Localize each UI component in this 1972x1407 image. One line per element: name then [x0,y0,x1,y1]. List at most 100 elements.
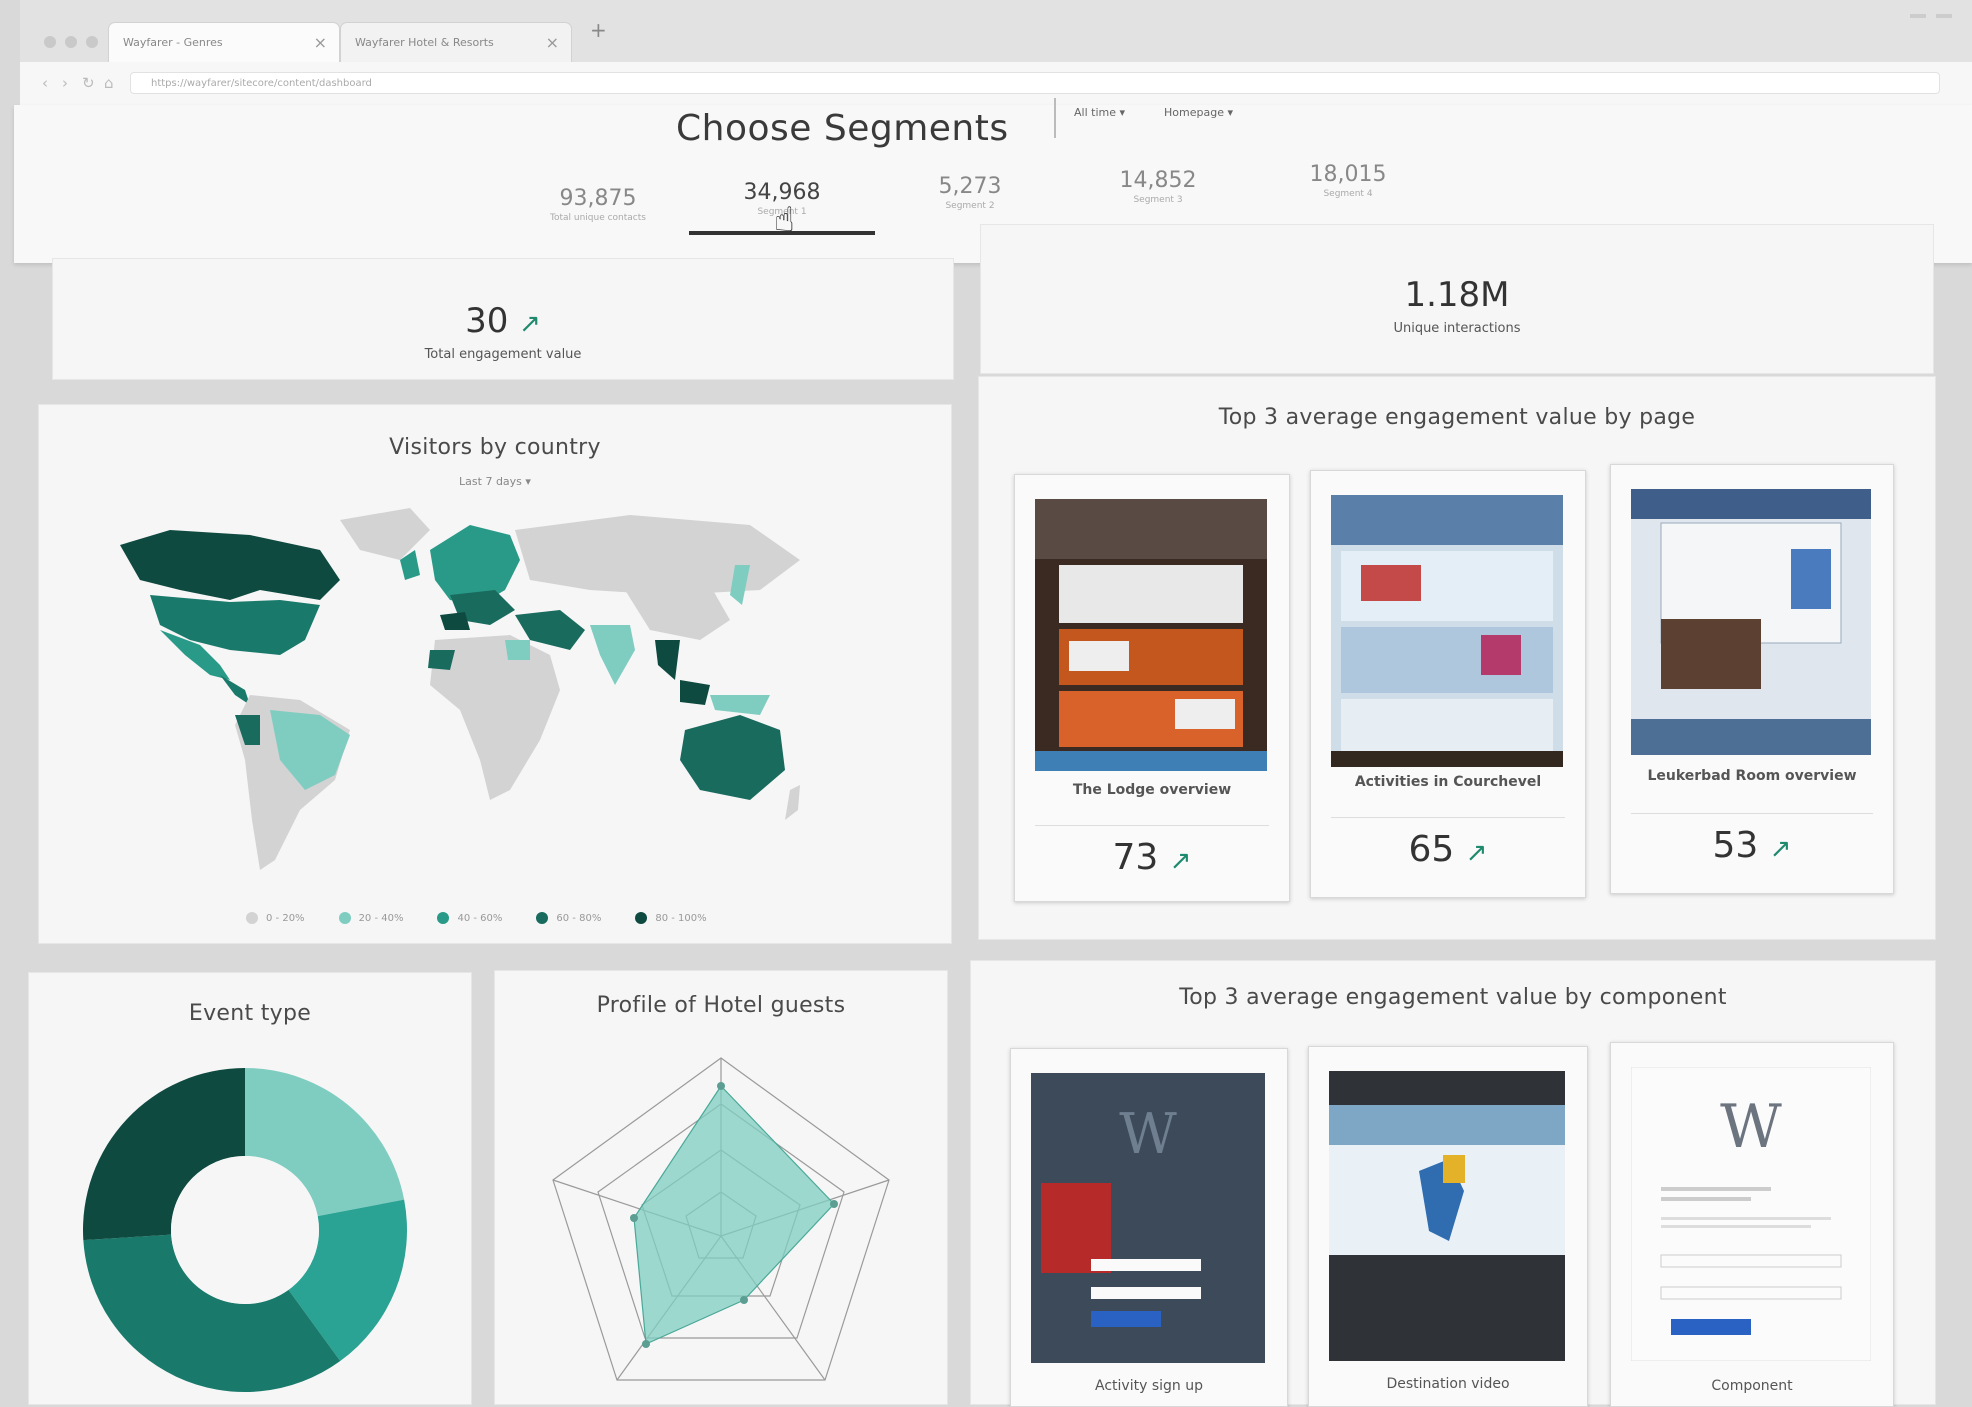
world-map[interactable] [110,490,890,890]
card-title: Profile of Hotel guests [596,993,846,1018]
country-usa[interactable] [150,595,320,655]
component-card-video[interactable]: Destination video [1308,1046,1588,1407]
country-new-zealand[interactable] [785,785,800,820]
segment-tab-total[interactable]: 93,875 Total unique contacts [508,186,688,223]
segment-tab-2[interactable]: 5,273 Segment 2 [880,174,1060,211]
country-greenland[interactable] [340,508,430,560]
hand-pointer-cursor-icon: ☝ [774,200,795,240]
divider [1631,813,1873,814]
country-india[interactable] [590,625,635,685]
card-title: Visitors by country [389,435,601,460]
browser-tab-label: Wayfarer Hotel & Resorts [355,36,494,49]
legend-label: 60 - 80% [556,912,602,924]
card-title: Top 3 average engagement value by compon… [1179,985,1727,1010]
country-china[interactable] [625,585,730,640]
radar-point [830,1200,838,1208]
time-filter-dropdown[interactable]: All time ▾ [1074,106,1125,119]
guest-profile-radar-chart[interactable] [534,1040,914,1405]
chevron-down-icon: ▾ [1119,106,1126,119]
event-type-donut-chart[interactable] [70,1050,420,1405]
back-arrow-icon[interactable]: ‹ [42,74,48,92]
page-value-row: 65 ↗ [1311,829,1585,870]
page-card-lodge[interactable]: The Lodge overview 73 ↗ [1014,474,1290,902]
window-dot-icon[interactable] [65,36,77,48]
radar-point [642,1340,650,1348]
url-field[interactable]: https://wayfarer/sitecore/content/dashbo… [130,72,1940,94]
country-canada[interactable] [120,530,340,600]
trend-up-arrow-icon: ↗ [1769,834,1792,864]
window-dot-icon[interactable] [44,36,56,48]
trend-up-arrow-icon: ↗ [1465,838,1488,868]
page-engagement-value: 73 [1112,837,1159,878]
country-central-america[interactable] [220,675,250,705]
segment-tab-3[interactable]: 14,852 Segment 3 [1068,168,1248,205]
date-range-label: Last 7 days [459,475,522,488]
component-thumbnail-newsletter: W [1631,1067,1871,1361]
home-icon[interactable]: ⌂ [104,74,114,92]
page-filter-dropdown[interactable]: Homepage ▾ [1164,106,1233,119]
segment-tab-4[interactable]: 18,015 Segment 4 [1258,162,1438,199]
component-card-activity[interactable]: W Activity sign up [1010,1048,1288,1407]
component-name: Activity sign up [1095,1378,1203,1394]
legend-dot-icon [338,912,351,924]
reload-icon[interactable]: ↻ [82,74,95,92]
radar-point [740,1296,748,1304]
page-name: The Lodge overview [1072,782,1232,798]
new-tab-plus-icon[interactable]: + [590,18,607,42]
browser-tab-1[interactable]: Wayfarer - Genres × [108,22,340,62]
legend-dot-icon [536,912,549,924]
country-indonesia[interactable] [680,680,710,705]
page-thumbnail-leukerbad [1631,489,1871,755]
country-australia[interactable] [680,715,785,800]
kpi-card-engagement: 30 ↗ Total engagement value [52,258,954,380]
component-name: Component [1711,1378,1793,1394]
legend-item: 60 - 80% [536,912,601,924]
minimize-icon[interactable] [1910,14,1926,18]
country-egypt[interactable] [505,640,530,660]
page-card-leukerbad[interactable]: Leukerbad Room overview 53 ↗ [1610,464,1894,894]
browser-chrome: Wayfarer - Genres × Wayfarer Hotel & Res… [20,0,1972,106]
component-card-newsletter[interactable]: W Component [1610,1042,1894,1407]
browser-tab-2[interactable]: Wayfarer Hotel & Resorts × [340,22,572,62]
segment-label: Segment 3 [1133,195,1183,205]
page-thumbnail-courchevel [1331,495,1563,767]
divider [1035,825,1269,826]
logo-w-icon: W [1119,1102,1177,1167]
page-name: Activities in Courchevel [1354,774,1542,790]
close-icon[interactable]: × [314,33,327,52]
window-dots [44,36,98,48]
country-indonesia-east[interactable] [710,695,770,715]
country-russia[interactable] [515,515,800,595]
legend-dot-icon [635,912,648,924]
maximize-icon[interactable] [1936,14,1952,18]
logo-w-icon: W [1720,1092,1782,1162]
kpi-value: 1.18M [1404,275,1510,315]
forward-arrow-icon[interactable]: › [62,74,68,92]
address-bar: ‹ › ↻ ⌂ https://wayfarer/sitecore/conten… [20,62,1972,106]
close-icon[interactable]: × [546,33,559,52]
legend-item: 80 - 100% [635,912,707,924]
radar-point [630,1214,638,1222]
header-divider [1054,98,1056,138]
country-spain[interactable] [440,612,470,630]
segment-count: 14,852 [1119,168,1197,193]
legend-item: 0 - 20% [246,912,305,924]
radar-series-area [633,1085,835,1345]
divider [1331,817,1565,818]
page-thumbnail-lodge [1035,499,1267,771]
trend-up-arrow-icon: ↗ [519,309,541,339]
window-dot-icon[interactable] [86,36,98,48]
page-engagement-value: 53 [1712,825,1759,866]
legend-dot-icon [246,912,258,924]
component-name: Destination video [1386,1376,1510,1392]
segment-count: 18,015 [1309,162,1387,187]
page-value-row: 53 ↗ [1611,825,1893,866]
card-title: Event type [188,1001,312,1026]
component-thumbnail-video [1329,1071,1565,1361]
date-range-dropdown[interactable]: Last 7 days ▾ [39,475,951,488]
page-card-courchevel[interactable]: Activities in Courchevel 65 ↗ [1310,470,1586,898]
country-southeast-asia[interactable] [655,640,680,680]
segment-label: Total unique contacts [550,213,646,223]
time-filter-label: All time [1074,106,1116,119]
window-controls [1910,8,1952,18]
